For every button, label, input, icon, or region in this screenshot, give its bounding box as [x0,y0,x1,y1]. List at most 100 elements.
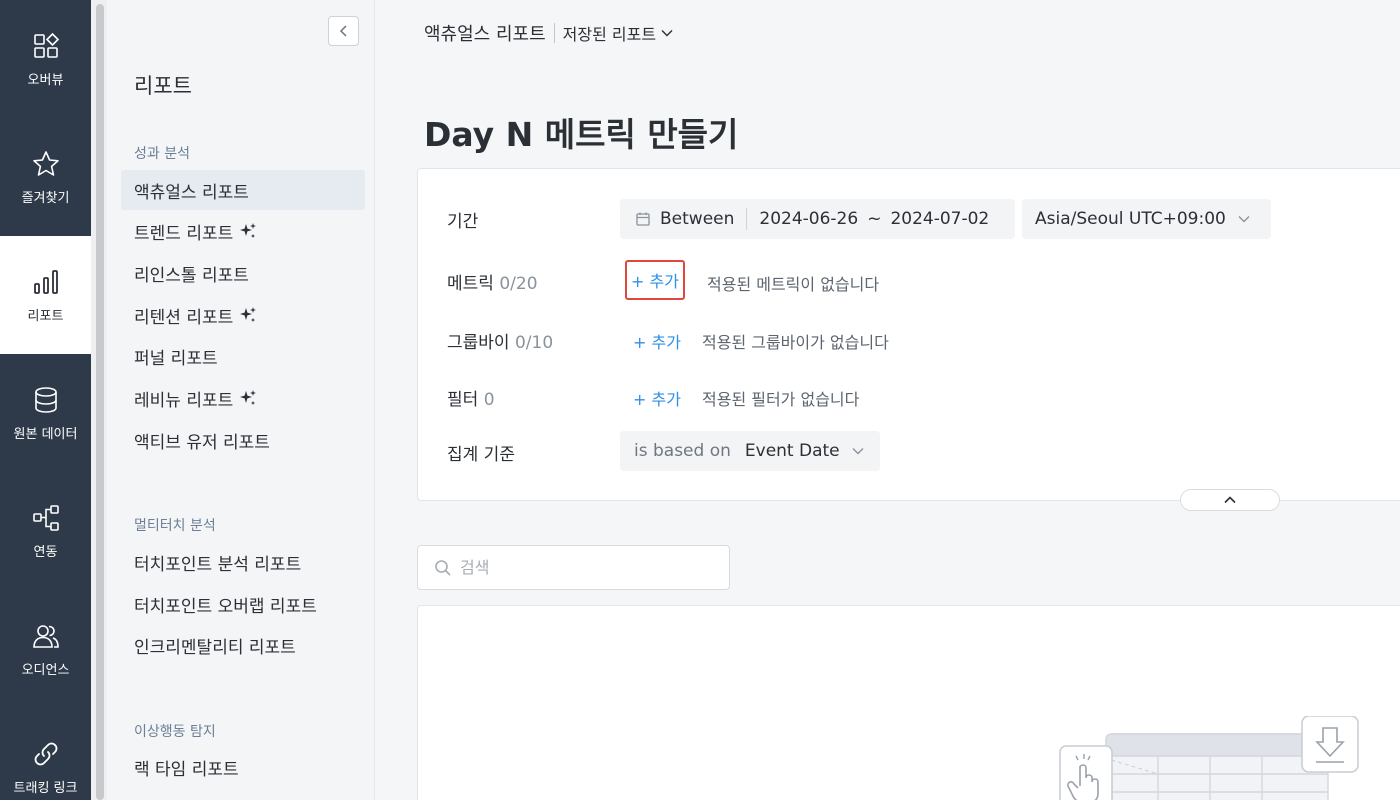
sub-item-incrementality-report[interactable]: 인크리멘탈리티 리포트 [121,625,365,665]
nav-label: 즐겨찾기 [21,190,70,206]
metric-count: 0/20 [499,274,538,294]
chevron-down-icon [661,30,673,37]
empty-table-illustration [1059,716,1359,800]
filter-count: 0 [483,390,495,410]
groupby-label-text: 그룹바이 [447,333,510,353]
overview-icon [33,32,59,58]
section-title-anomaly: 이상행동 탐지 [134,724,216,740]
result-panel [417,605,1400,800]
section-title-multitouch: 멀티터치 분석 [134,518,216,534]
search-input[interactable] [460,558,720,577]
metric-label-text: 메트릭 [447,274,494,294]
sub-item-touchpoint-analysis-report[interactable]: 터치포인트 분석 리포트 [121,542,365,582]
nav-item-raw-data[interactable]: 원본 데이터 [0,354,91,472]
sub-item-actuals-report[interactable]: 액츄얼스 리포트 [121,170,365,210]
nav-item-report[interactable]: 리포트 [0,236,91,354]
metric-builder-card: 기간 Between 2024-06-26 ~ 2024-07-02 Asia/… [417,168,1400,511]
date-end: 2024-07-02 [890,209,990,229]
star-icon [32,150,59,176]
nav-item-audience[interactable]: 오디언스 [0,590,91,708]
sparkle-icon [240,390,257,405]
sparkle-icon [240,307,257,322]
filter-label: 필터 0 [447,385,495,410]
page-title: Day N 메트릭 만들기 [424,115,739,154]
sub-item-funnel-report[interactable]: 퍼널 리포트 [121,336,365,376]
chevron-left-icon [339,25,347,37]
sub-item-label: 액츄얼스 리포트 [134,182,249,203]
nav-item-overview[interactable]: 오버뷰 [0,0,91,118]
sub-item-label: 트렌드 리포트 [134,223,234,244]
nav-scrollbar-thumb[interactable] [96,4,104,800]
filter-empty-message: 적용된 필터가 없습니다 [702,390,860,409]
breadcrumb-current[interactable]: 액츄얼스 리포트 [424,20,546,46]
add-filter-button[interactable]: + 추가 [633,386,681,410]
sub-item-touchpoint-overlap-report[interactable]: 터치포인트 오버랩 리포트 [121,584,365,624]
nav-label: 오디언스 [21,662,70,678]
calendar-icon [636,212,650,226]
add-groupby-button[interactable]: + 추가 [633,329,681,353]
groupby-empty-message: 적용된 그룹바이가 없습니다 [702,333,889,352]
sparkle-icon [240,223,257,238]
filter-label-text: 필터 [447,390,479,410]
report-subnav: 리포트 성과 분석 액츄얼스 리포트 트렌드 리포트 리인스톨 리포트 리텐션 … [107,0,375,800]
metric-label: 메트릭 0/20 [447,269,538,294]
period-label: 기간 [447,212,479,232]
timezone-select[interactable]: Asia/Seoul UTC+09:00 [1022,199,1271,239]
date-mode: Between [660,209,735,229]
audience-icon [32,624,59,648]
link-icon [34,742,57,765]
saved-reports-label: 저장된 리포트 [562,25,657,44]
nav-item-integration[interactable]: 연동 [0,472,91,590]
sub-item-label: 퍼널 리포트 [134,348,218,369]
saved-reports-dropdown[interactable]: 저장된 리포트 [563,21,673,45]
collapse-subnav-button[interactable] [328,16,359,46]
breadcrumb-divider [553,23,555,43]
date-range-picker[interactable]: Between 2024-06-26 ~ 2024-07-02 [620,199,1015,239]
integration-icon [32,504,59,531]
breadcrumb: 액츄얼스 리포트 저장된 리포트 [424,20,673,46]
chevron-up-icon [1224,496,1236,504]
subnav-title: 리포트 [134,74,192,98]
nav-label: 오버뷰 [27,72,64,88]
nav-item-tracking-link[interactable]: 트래킹 링크 [0,708,91,800]
groupby-label: 그룹바이 0/10 [447,328,553,353]
main-content: 액츄얼스 리포트 저장된 리포트 Day N 메트릭 만들기 기간 Betwee… [375,0,1400,800]
chevron-down-icon [852,448,864,455]
sub-item-revenue-report[interactable]: 레비뉴 리포트 [121,378,365,418]
nav-label: 트래킹 링크 [13,780,78,796]
database-icon [34,386,57,413]
sub-item-active-user-report[interactable]: 액티브 유저 리포트 [121,420,365,460]
search-icon [435,559,451,576]
sub-item-trend-report[interactable]: 트렌드 리포트 [121,211,365,251]
sub-item-label: 리텐션 리포트 [134,307,234,328]
sub-item-label: 터치포인트 분석 리포트 [134,554,302,575]
main-nav: 오버뷰 즐겨찾기 리포트 원본 데이터 연동 오디언스 트래킹 링크 [0,0,91,800]
sub-item-label: 랙 타임 리포트 [134,759,239,780]
collapse-card-toggle[interactable] [1180,489,1280,511]
sub-item-reinstall-report[interactable]: 리인스톨 리포트 [121,253,365,293]
aggregation-prefix: is based on [634,441,731,461]
aggregation-select[interactable]: is based on Event Date [620,431,880,471]
nav-label: 원본 데이터 [13,426,78,442]
aggregation-value: Event Date [744,441,840,461]
add-metric-button[interactable]: + 추가 [625,260,685,300]
date-divider [746,208,748,230]
timezone-value: Asia/Seoul UTC+09:00 [1035,209,1226,229]
nav-label: 연동 [33,544,58,560]
aggregation-label: 집계 기준 [447,445,515,465]
date-start: 2024-06-26 [759,209,859,229]
sub-item-retention-report[interactable]: 리텐션 리포트 [121,295,365,335]
sub-item-label: 리인스톨 리포트 [134,265,249,286]
nav-label: 리포트 [27,308,64,324]
bar-chart-icon [33,269,58,294]
groupby-count: 0/10 [514,333,554,353]
search-box [417,545,730,590]
date-separator: ~ [867,209,882,229]
sub-item-label: 액티브 유저 리포트 [134,432,270,453]
metric-empty-message: 적용된 메트릭이 없습니다 [707,275,880,294]
nav-item-favorites[interactable]: 즐겨찾기 [0,118,91,236]
chevron-down-icon [1238,216,1250,223]
sub-item-label: 인크리멘탈리티 리포트 [134,637,296,658]
sub-item-label: 터치포인트 오버랩 리포트 [134,596,317,617]
sub-item-lag-time-report[interactable]: 랙 타임 리포트 [121,747,365,787]
